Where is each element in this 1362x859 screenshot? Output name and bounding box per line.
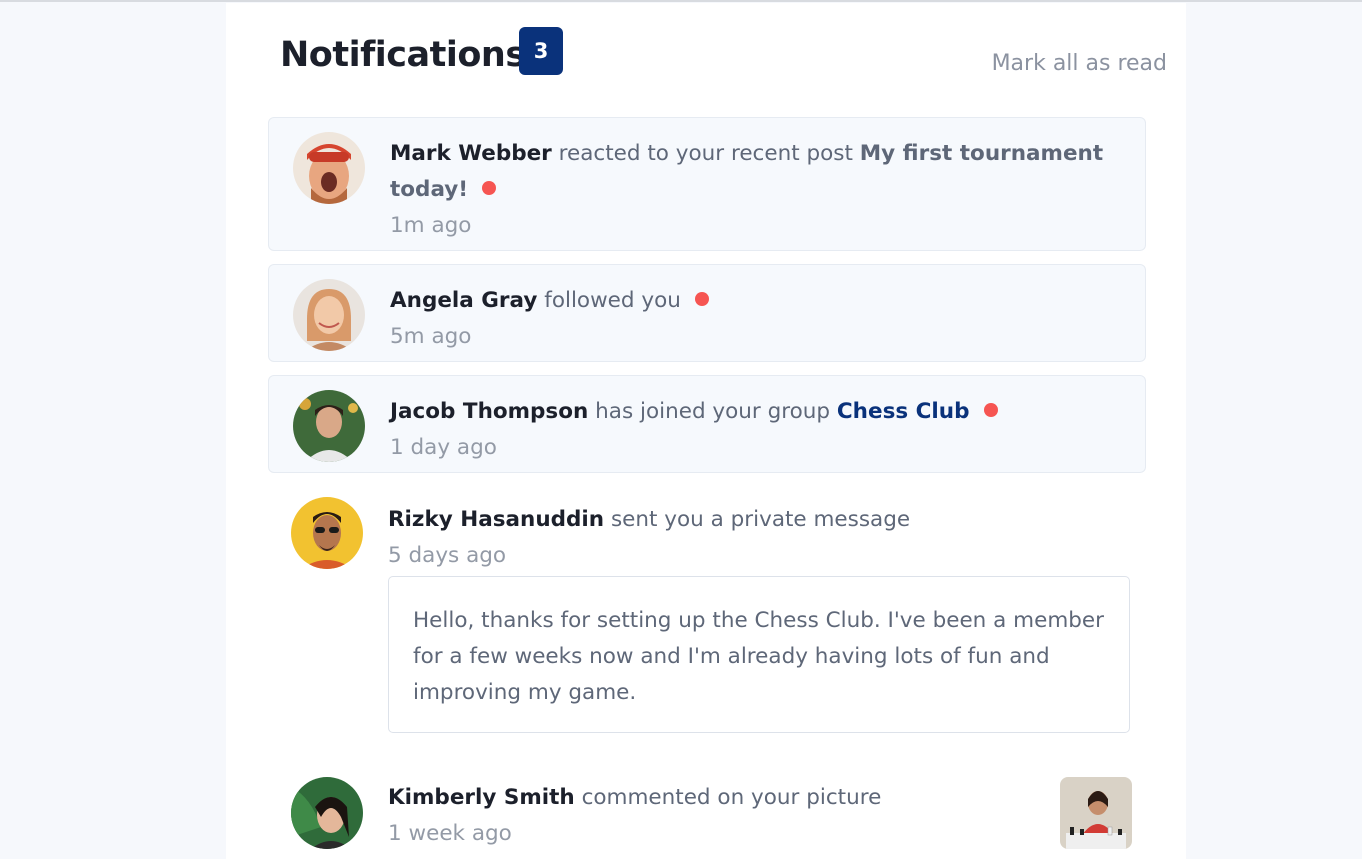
- avatar-kimberly-smith[interactable]: [291, 777, 363, 849]
- notification-item[interactable]: Jacob Thompson has joined your group Che…: [268, 375, 1146, 473]
- notification-time: 5m ago: [390, 324, 472, 349]
- private-message-preview[interactable]: Hello, thanks for setting up the Chess C…: [388, 576, 1130, 733]
- unread-indicator: [694, 292, 709, 306]
- notification-author[interactable]: Mark Webber: [390, 141, 552, 166]
- notification-item[interactable]: Kimberly Smith commented on your picture…: [268, 763, 1144, 859]
- notification-action: sent you a private message: [610, 507, 911, 532]
- notification-item[interactable]: Mark Webber reacted to your recent post …: [268, 117, 1146, 251]
- unread-indicator: [482, 181, 497, 195]
- notification-target-group[interactable]: Chess Club: [837, 399, 970, 424]
- notification-action: has joined your group: [595, 399, 831, 424]
- top-border: [0, 0, 1362, 2]
- page-title: Notifications: [280, 35, 526, 75]
- notification-time: 1 week ago: [388, 821, 512, 846]
- unread-count-badge: 3: [519, 27, 563, 75]
- notification-time: 5 days ago: [388, 543, 507, 568]
- notification-item[interactable]: Angela Gray followed you 5m ago: [268, 264, 1146, 362]
- notification-action: reacted to your recent post: [558, 141, 853, 166]
- notification-author[interactable]: Kimberly Smith: [388, 785, 575, 810]
- notifications-card: Notifications 3 Mark all as read Mark We…: [226, 3, 1186, 859]
- avatar-jacob-thompson[interactable]: [293, 390, 365, 462]
- avatar-mark-webber[interactable]: [293, 132, 365, 204]
- notification-action: followed you: [544, 288, 681, 313]
- mark-all-as-read-button[interactable]: Mark all as read: [992, 51, 1167, 76]
- notification-time: 1 day ago: [390, 435, 497, 460]
- notifications-header: Notifications 3 Mark all as read: [226, 3, 1186, 103]
- notification-author[interactable]: Angela Gray: [390, 288, 537, 313]
- unread-indicator: [983, 403, 998, 417]
- notification-author[interactable]: Rizky Hasanuddin: [388, 507, 604, 532]
- notification-action: commented on your picture: [581, 785, 882, 810]
- notification-author[interactable]: Jacob Thompson: [390, 399, 588, 424]
- chess-picture-thumbnail[interactable]: [1060, 777, 1132, 849]
- avatar-angela-gray[interactable]: [293, 279, 365, 351]
- notification-time: 1m ago: [390, 213, 472, 238]
- avatar-rizky-hasanuddin[interactable]: [291, 497, 363, 569]
